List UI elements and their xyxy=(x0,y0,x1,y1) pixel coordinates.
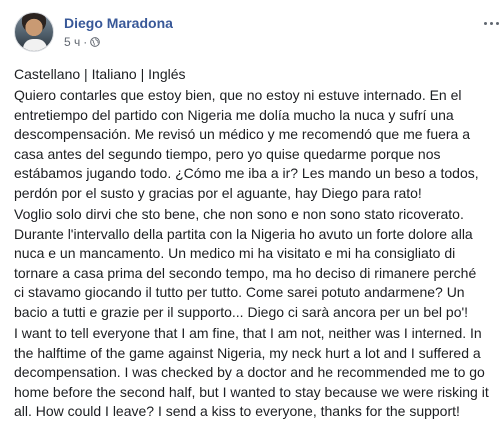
post-paragraph-italian: Voglio solo dirvi che sto bene, che non … xyxy=(14,206,477,320)
language-castellano[interactable]: Castellano xyxy=(14,66,80,82)
language-italiano[interactable]: Italiano xyxy=(92,66,137,82)
globe-icon[interactable] xyxy=(90,37,101,47)
post-paragraph-english: I want to tell everyone that I am fine, … xyxy=(14,325,489,419)
language-divider: | xyxy=(140,66,145,82)
more-options-icon[interactable] xyxy=(480,16,502,30)
post-meta: 5 ч · xyxy=(64,35,101,49)
author-name[interactable]: Diego Maradona xyxy=(64,15,173,31)
translation-selector: Castellano | Italiano | Inglés xyxy=(14,66,186,82)
meta-separator: · xyxy=(83,35,88,49)
language-divider: | xyxy=(84,66,88,82)
language-ingles[interactable]: Inglés xyxy=(148,66,185,82)
post-timestamp[interactable]: 5 ч xyxy=(64,35,80,49)
facebook-post: Diego Maradona 5 ч · Castellano | Italia… xyxy=(0,0,502,426)
author-avatar[interactable] xyxy=(14,12,54,52)
post-paragraph-spanish: Quiero contarles que estoy bien, que no … xyxy=(14,87,479,201)
post-header: Diego Maradona 5 ч · xyxy=(14,12,502,56)
